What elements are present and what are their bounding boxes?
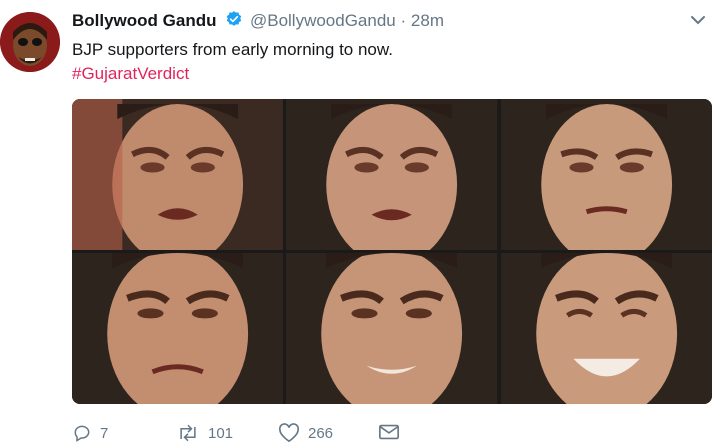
like-icon [278, 423, 300, 443]
author-handle[interactable]: @BollywoodGandu [250, 11, 396, 30]
like-count: 266 [308, 424, 334, 442]
like-button[interactable]: 266 [278, 423, 333, 443]
tweet-text: BJP supporters from early morning to now… [72, 38, 393, 86]
verified-badge-icon [225, 10, 243, 34]
separator-dot: · [400, 11, 407, 30]
avatar-cartoon-face [0, 12, 60, 72]
media-frame-2 [286, 99, 498, 250]
tweet-header: Bollywood Gandu @BollywoodGandu · 28m [72, 10, 444, 34]
media-frame-6 [500, 253, 712, 404]
chevron-down-icon[interactable] [690, 12, 706, 30]
media-frame-4 [72, 253, 284, 404]
reply-count: 7 [100, 424, 109, 442]
retweet-icon [180, 424, 196, 442]
tweet-media-grid[interactable] [72, 99, 712, 404]
timestamp[interactable]: 28m [411, 11, 444, 30]
reply-icon [74, 425, 90, 442]
media-frame-5 [286, 253, 498, 404]
tweet-body: BJP supporters from early morning to now… [72, 40, 393, 59]
hashtag-link[interactable]: #GujaratVerdict [72, 62, 393, 86]
author-name[interactable]: Bollywood Gandu [72, 11, 217, 30]
message-icon [379, 424, 399, 440]
retweet-count: 101 [208, 424, 234, 442]
media-frame-1 [72, 99, 284, 250]
reply-button[interactable]: 7 [72, 423, 108, 443]
retweet-button[interactable]: 101 [176, 423, 233, 443]
media-frame-3 [500, 99, 712, 250]
direct-message-button[interactable] [378, 423, 400, 441]
avatar[interactable] [0, 12, 60, 72]
